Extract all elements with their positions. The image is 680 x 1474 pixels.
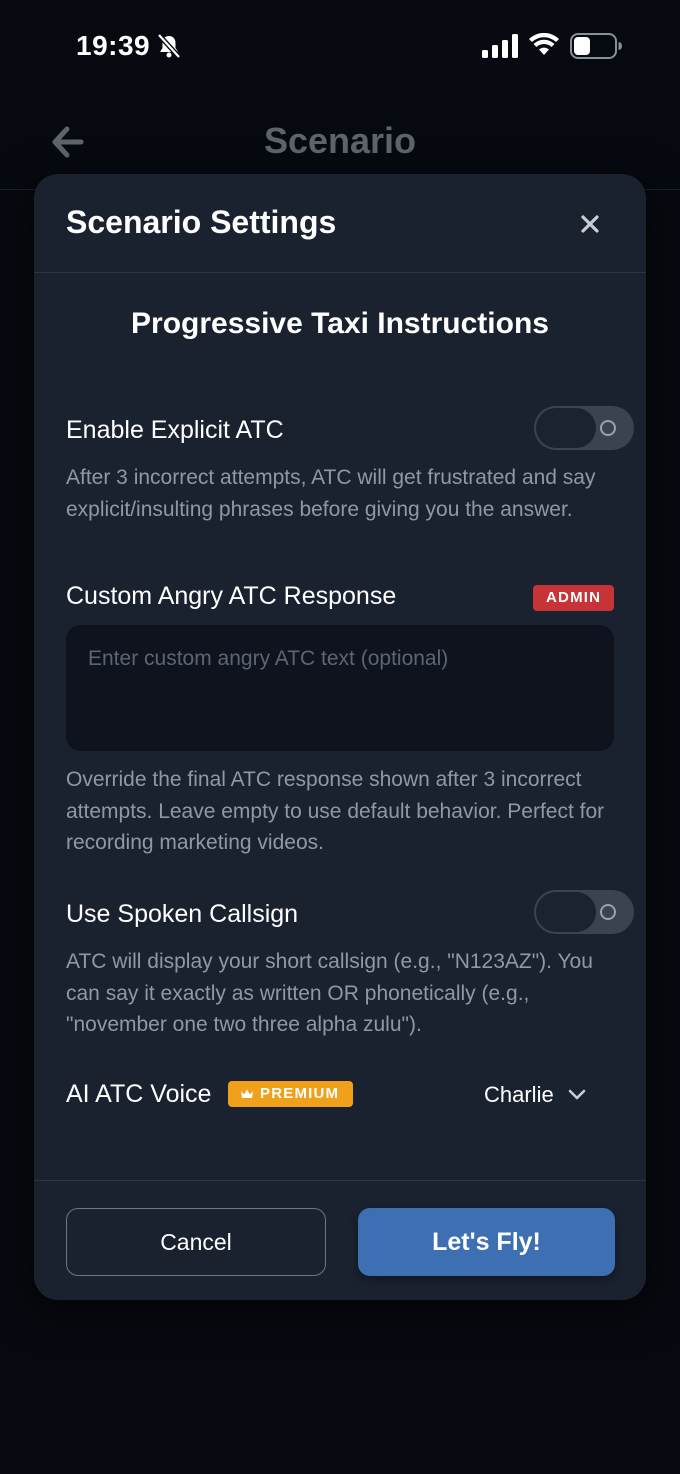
wifi-icon: [529, 33, 559, 55]
explicit-atc-toggle[interactable]: [534, 406, 634, 450]
status-bar: 19:39: [0, 0, 680, 92]
battery-icon: [570, 33, 622, 59]
premium-badge-label: PREMIUM: [260, 1085, 340, 1102]
spoken-callsign-toggle[interactable]: [534, 890, 634, 934]
toggle-off-indicator-icon: [600, 904, 616, 920]
scenario-name: Progressive Taxi Instructions: [131, 307, 549, 340]
ai-voice-value: Charlie: [484, 1082, 554, 1107]
ai-voice-label: AI ATC Voice: [66, 1080, 212, 1108]
crown-icon: [241, 1089, 253, 1098]
admin-badge: ADMIN: [533, 585, 615, 611]
chevron-down-icon: [568, 1089, 586, 1100]
toggle-knob: [536, 892, 596, 932]
bell-slash-icon: [157, 33, 181, 59]
lets-fly-button[interactable]: Let's Fly!: [358, 1208, 615, 1276]
spoken-callsign-description: ATC will display your short callsign (e.…: [66, 950, 593, 1036]
toggle-off-indicator-icon: [600, 420, 616, 436]
custom-response-input[interactable]: [66, 625, 614, 751]
close-icon: [581, 215, 599, 233]
close-button[interactable]: [574, 208, 606, 240]
signal-icon: [482, 34, 518, 58]
custom-response-description: Override the final ATC response shown af…: [66, 768, 605, 854]
scenario-settings-modal: Scenario Settings Progressive Taxi Instr…: [34, 174, 646, 1300]
cancel-button[interactable]: Cancel: [66, 1208, 326, 1276]
status-time: 19:39: [76, 30, 151, 61]
custom-response-label: Custom Angry ATC Response: [66, 582, 397, 610]
toggle-knob: [536, 408, 596, 448]
modal-footer: Cancel Let's Fly!: [34, 1180, 646, 1300]
modal-header: Scenario Settings: [34, 174, 646, 273]
premium-badge: PREMIUM: [228, 1081, 354, 1107]
ai-voice-select[interactable]: Charlie: [484, 1078, 586, 1112]
explicit-atc-description: After 3 incorrect attempts, ATC will get…: [66, 466, 596, 521]
explicit-atc-label: Enable Explicit ATC: [66, 416, 284, 444]
spoken-callsign-label: Use Spoken Callsign: [66, 900, 299, 928]
modal-title: Scenario Settings: [66, 204, 337, 240]
nav-title: Scenario: [263, 120, 417, 161]
